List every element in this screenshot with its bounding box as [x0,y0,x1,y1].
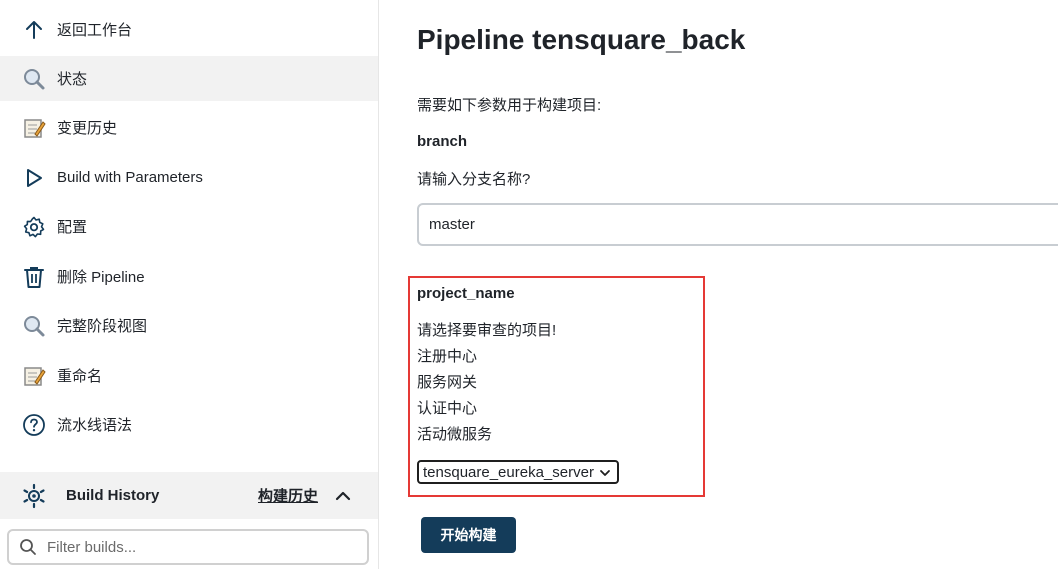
description-line: 服务网关 [417,374,478,391]
sidebar: 返回工作台 状态 变更历史 Build with Parameters 配置 删… [0,0,379,569]
build-history-icon [21,483,47,509]
sidebar-item-label: 变更历史 [57,120,118,137]
sidebar-item-changes[interactable]: 变更历史 [0,105,378,150]
search-icon [19,538,37,556]
trash-icon [22,265,46,289]
sidebar-item-full-stage-view[interactable]: 完整阶段视图 [0,303,378,348]
jenkins-app: 返回工作台 状态 变更历史 Build with Parameters 配置 删… [0,0,1058,569]
sidebar-item-configure[interactable]: 配置 [0,204,378,249]
sidebar-item-label: 重命名 [57,368,103,385]
sidebar-item-delete-pipeline[interactable]: 删除 Pipeline [0,254,378,299]
gear-icon [22,215,46,239]
sidebar-item-rename[interactable]: 重命名 [0,353,378,398]
notepad-icon [22,364,46,388]
start-build-button[interactable]: 开始构建 [421,517,516,553]
help-circle-icon [22,413,46,437]
project-name-select[interactable]: tensquare_eureka_server [417,460,619,484]
build-history-title: Build History [66,487,160,504]
sidebar-item-label: Build with Parameters [57,169,203,186]
filter-builds-field[interactable] [7,529,369,565]
branch-input[interactable] [417,203,1058,246]
sidebar-item-label: 返回工作台 [57,22,133,39]
sidebar-item-build-with-parameters[interactable]: Build with Parameters [0,155,378,200]
sidebar-item-label: 删除 Pipeline [57,269,145,286]
build-history-link[interactable]: 构建历史 [258,485,318,506]
description-line: 注册中心 [417,348,478,365]
description-line: 活动微服务 [417,426,493,443]
sidebar-item-label: 流水线语法 [57,417,133,434]
param-project-name-name: project_name [417,285,515,302]
filter-builds-input[interactable] [45,537,349,557]
parameters-description: 需要如下参数用于构建项目: [417,97,602,114]
sidebar-item-label: 状态 [57,71,88,88]
sidebar-item-label: 完整阶段视图 [57,318,148,335]
chevron-down-icon [599,466,611,478]
sidebar-item-pipeline-syntax[interactable]: 流水线语法 [0,402,378,447]
sidebar-item-label: 配置 [57,219,88,236]
magnifier-icon [22,67,46,91]
chevron-up-icon[interactable] [334,487,352,505]
notepad-icon [22,116,46,140]
main-content: Pipeline tensquare_back 需要如下参数用于构建项目: br… [408,0,1058,569]
description-line: 认证中心 [417,400,478,417]
param-project-name-description: 请选择要审查的项目! 注册中心 服务网关 认证中心 活动微服务 [417,318,556,448]
magnifier-icon [22,314,46,338]
param-branch-name: branch [417,133,468,150]
play-icon [22,166,46,190]
sidebar-item-status[interactable]: 状态 [0,56,378,101]
description-line: 请选择要审查的项目! [417,322,557,339]
page-title: Pipeline tensquare_back [417,24,746,55]
build-history-header: Build History 构建历史 [0,472,378,519]
param-branch-description: 请输入分支名称? [417,171,531,188]
project-name-selected-value: tensquare_eureka_server [423,463,594,481]
arrow-up-icon [22,18,46,42]
sidebar-item-back-to-dashboard[interactable]: 返回工作台 [0,7,378,52]
